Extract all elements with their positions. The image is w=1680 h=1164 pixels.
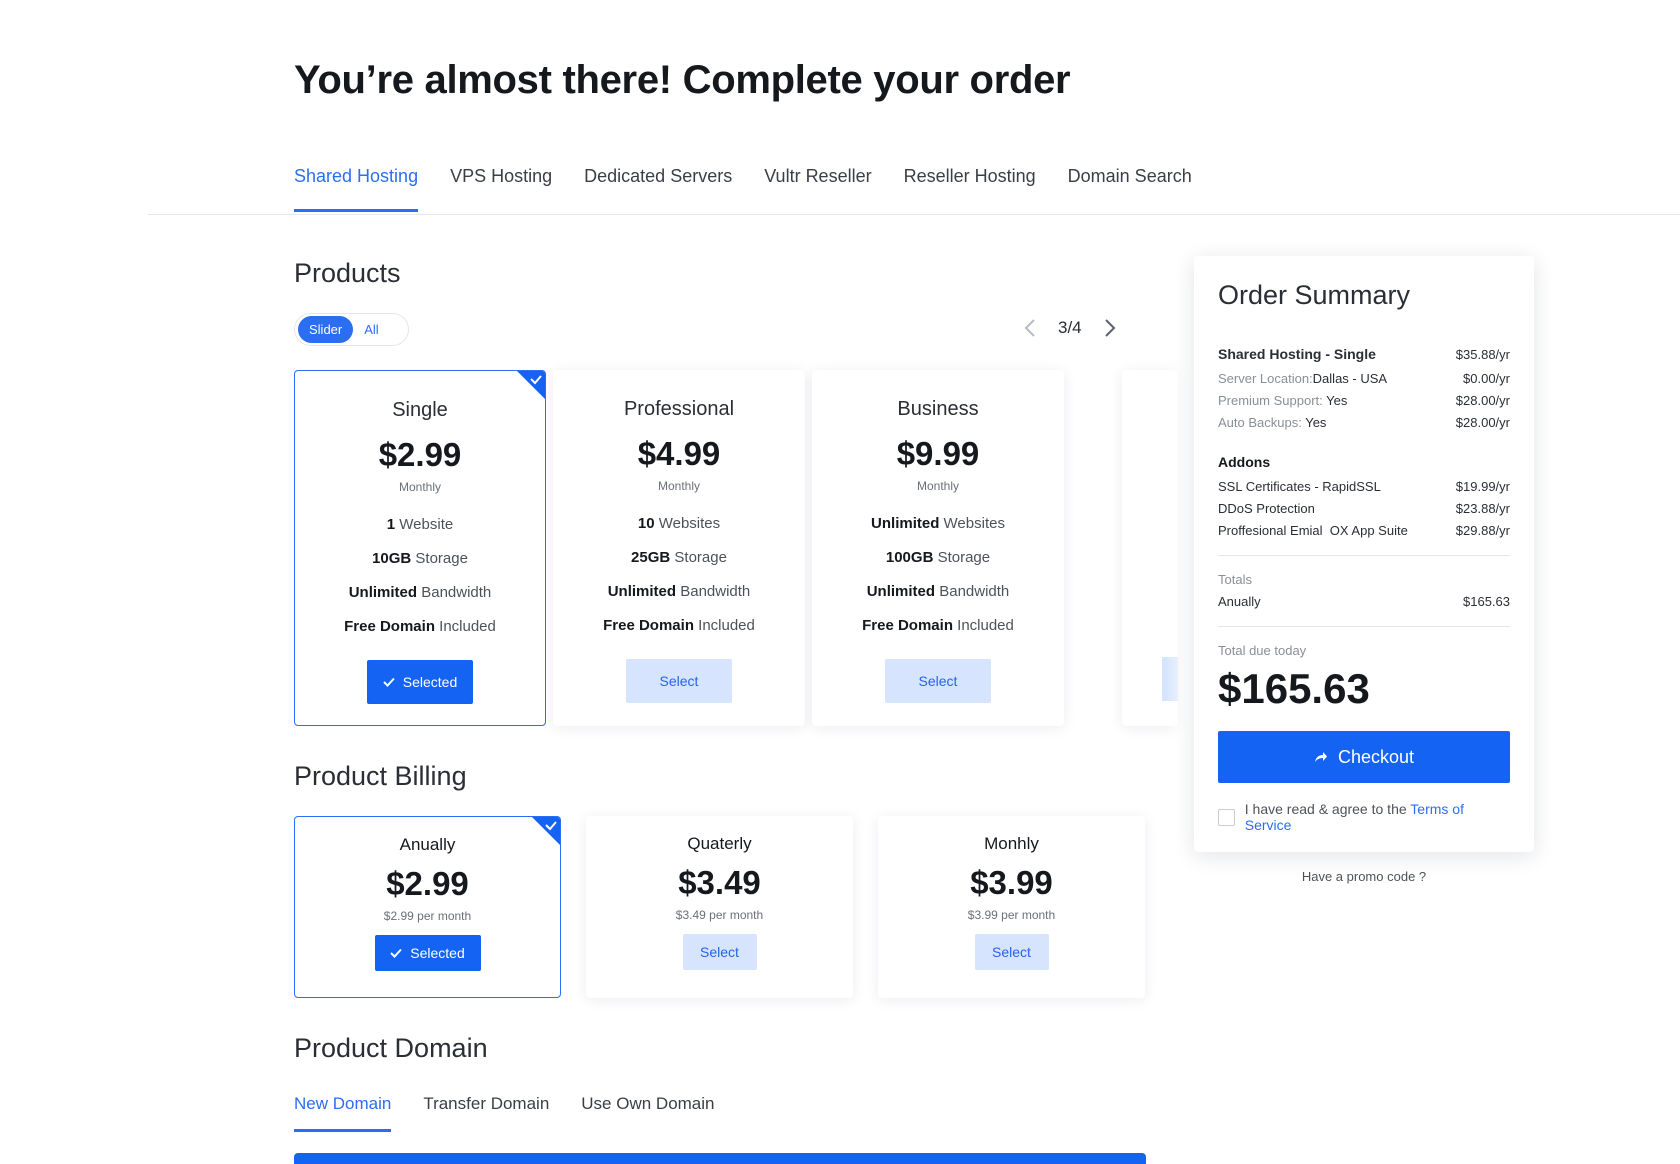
feature-domain: Free Domain Included	[603, 617, 755, 634]
product-card-professional[interactable]: Professional $4.99 Monthly 10 Websites 2…	[553, 370, 805, 726]
product-period: Monthly	[657, 479, 701, 493]
checkout-button[interactable]: Checkout	[1218, 731, 1510, 783]
billing-heading: Product Billing	[294, 761, 467, 791]
tab-reseller-hosting[interactable]: Reseller Hosting	[904, 166, 1036, 212]
tab-new-domain[interactable]: New Domain	[294, 1094, 392, 1132]
billing-per-month: $2.99 per month	[383, 909, 472, 923]
check-corner-icon	[517, 371, 545, 399]
tab-transfer-domain[interactable]: Transfer Domain	[423, 1094, 549, 1132]
chevron-left-icon[interactable]	[1020, 316, 1040, 340]
feature-websites: 10 Websites	[637, 515, 721, 532]
product-price: $9.99	[896, 435, 980, 472]
promo-code-link[interactable]: Have a promo code ?	[1194, 869, 1534, 884]
summary-divider	[1218, 626, 1510, 627]
select-button[interactable]: Select	[626, 659, 732, 703]
summary-plan-row: Shared Hosting - Single $35.88/yr	[1218, 346, 1510, 362]
slider-pager: 3/4	[1020, 316, 1120, 340]
order-summary: Order Summary Shared Hosting - Single $35…	[1194, 256, 1534, 852]
toggle-all[interactable]: All	[353, 316, 389, 343]
selected-button[interactable]: Selected	[367, 660, 473, 704]
pager-count: 3/4	[1058, 318, 1082, 337]
select-button[interactable]: Select	[682, 934, 757, 970]
billing-per-month: $3.99 per month	[967, 908, 1056, 922]
select-button[interactable]: Select	[974, 934, 1049, 970]
product-card-business[interactable]: Business $9.99 Monthly Unlimited Website…	[812, 370, 1064, 726]
summary-auto-backups: Auto Backups: Yes $28.00/yr	[1218, 414, 1510, 430]
tab-vultr-reseller[interactable]: Vultr Reseller	[764, 166, 871, 212]
terms-text: I have read & agree to the Terms of Serv…	[1244, 801, 1464, 833]
billing-per-month: $3.49 per month	[675, 908, 764, 922]
product-name: Business	[897, 398, 979, 420]
tab-domain-search[interactable]: Domain Search	[1068, 166, 1192, 212]
summary-title: Order Summary	[1218, 280, 1411, 310]
summary-totals-label: Totals	[1218, 571, 1252, 587]
feature-websites: Unlimited Websites	[871, 515, 1005, 532]
view-toggle: Slider All	[294, 313, 409, 346]
chevron-right-icon[interactable]	[1100, 316, 1120, 340]
feature-bandwidth: Unlimited Bandwidth	[866, 583, 1010, 600]
product-period: Monthly	[398, 480, 442, 494]
billing-price: $3.49	[678, 864, 761, 901]
check-icon	[383, 677, 395, 687]
billing-name: Monhly	[984, 834, 1039, 853]
product-card-single[interactable]: Single $2.99 Monthly 1 Website 10GB Stor…	[294, 370, 546, 726]
summary-due-amount: $165.63	[1218, 665, 1370, 712]
billing-name: Quaterly	[687, 834, 752, 853]
tabs-divider	[148, 214, 1680, 215]
billing-card-quarterly[interactable]: Quaterly $3.49 $3.49 per month Select	[586, 816, 853, 998]
summary-addons-heading: Addons	[1218, 454, 1271, 470]
summary-premium-support: Premium Support: Yes $28.00/yr	[1218, 392, 1510, 408]
billing-price: $3.99	[970, 864, 1053, 901]
product-price: $2.99	[378, 436, 462, 473]
feature-domain: Free Domain Included	[862, 617, 1014, 634]
feature-domain: Free Domain Included	[344, 618, 496, 635]
products-heading: Products	[294, 258, 401, 288]
tab-shared-hosting[interactable]: Shared Hosting	[294, 166, 419, 212]
tab-use-own-domain[interactable]: Use Own Domain	[581, 1094, 714, 1132]
feature-bandwidth: Unlimited Bandwidth	[348, 584, 492, 601]
domain-tabs: New Domain Transfer Domain Use Own Domai…	[294, 1094, 747, 1132]
product-name: Professional	[623, 398, 735, 420]
hosting-tabs: Shared Hosting VPS Hosting Dedicated Ser…	[294, 166, 1224, 212]
billing-name: Anually	[399, 835, 456, 854]
feature-storage: 100GB Storage	[885, 549, 991, 566]
terms-agreement: I have read & agree to the Terms of Serv…	[1218, 801, 1510, 833]
page-title: You’re almost there! Complete your order	[294, 58, 1071, 102]
summary-due-label: Total due today	[1218, 642, 1307, 658]
feature-storage: 25GB Storage	[631, 549, 727, 566]
summary-divider	[1218, 555, 1510, 556]
domain-heading: Product Domain	[294, 1033, 488, 1063]
toggle-slider[interactable]: Slider	[298, 316, 354, 343]
summary-annual-total: Anually $165.63	[1218, 593, 1510, 609]
tab-vps-hosting[interactable]: VPS Hosting	[450, 166, 552, 212]
billing-card-monthly[interactable]: Monhly $3.99 $3.99 per month Select	[878, 816, 1145, 998]
product-price: $4.99	[637, 435, 721, 472]
billing-price: $2.99	[386, 865, 469, 902]
feature-storage: 10GB Storage	[372, 550, 468, 567]
product-period: Monthly	[916, 479, 960, 493]
select-button[interactable]: Select	[885, 659, 991, 703]
check-corner-icon	[532, 817, 560, 845]
feature-websites: 1 Website	[386, 516, 454, 533]
summary-addon-ddos: DDoS Protection $23.88/yr	[1218, 500, 1510, 516]
summary-addon-email: Proffesional Emial OX App Suite $29.88/yr	[1218, 522, 1510, 538]
billing-card-annually[interactable]: Anually $2.99 $2.99 per month Selected	[294, 816, 561, 998]
tab-dedicated-servers[interactable]: Dedicated Servers	[584, 166, 732, 212]
domain-panel-header	[294, 1153, 1146, 1164]
share-arrow-icon	[1314, 752, 1327, 762]
check-icon	[390, 948, 402, 958]
selected-button[interactable]: Selected	[374, 935, 481, 971]
summary-addon-ssl: SSL Certificates - RapidSSL $19.99/yr	[1218, 478, 1510, 494]
product-name: Single	[392, 399, 448, 421]
terms-checkbox[interactable]	[1218, 808, 1235, 826]
feature-bandwidth: Unlimited Bandwidth	[607, 583, 751, 600]
summary-server-location: Server Location:Dallas - USA $0.00/yr	[1218, 370, 1510, 386]
